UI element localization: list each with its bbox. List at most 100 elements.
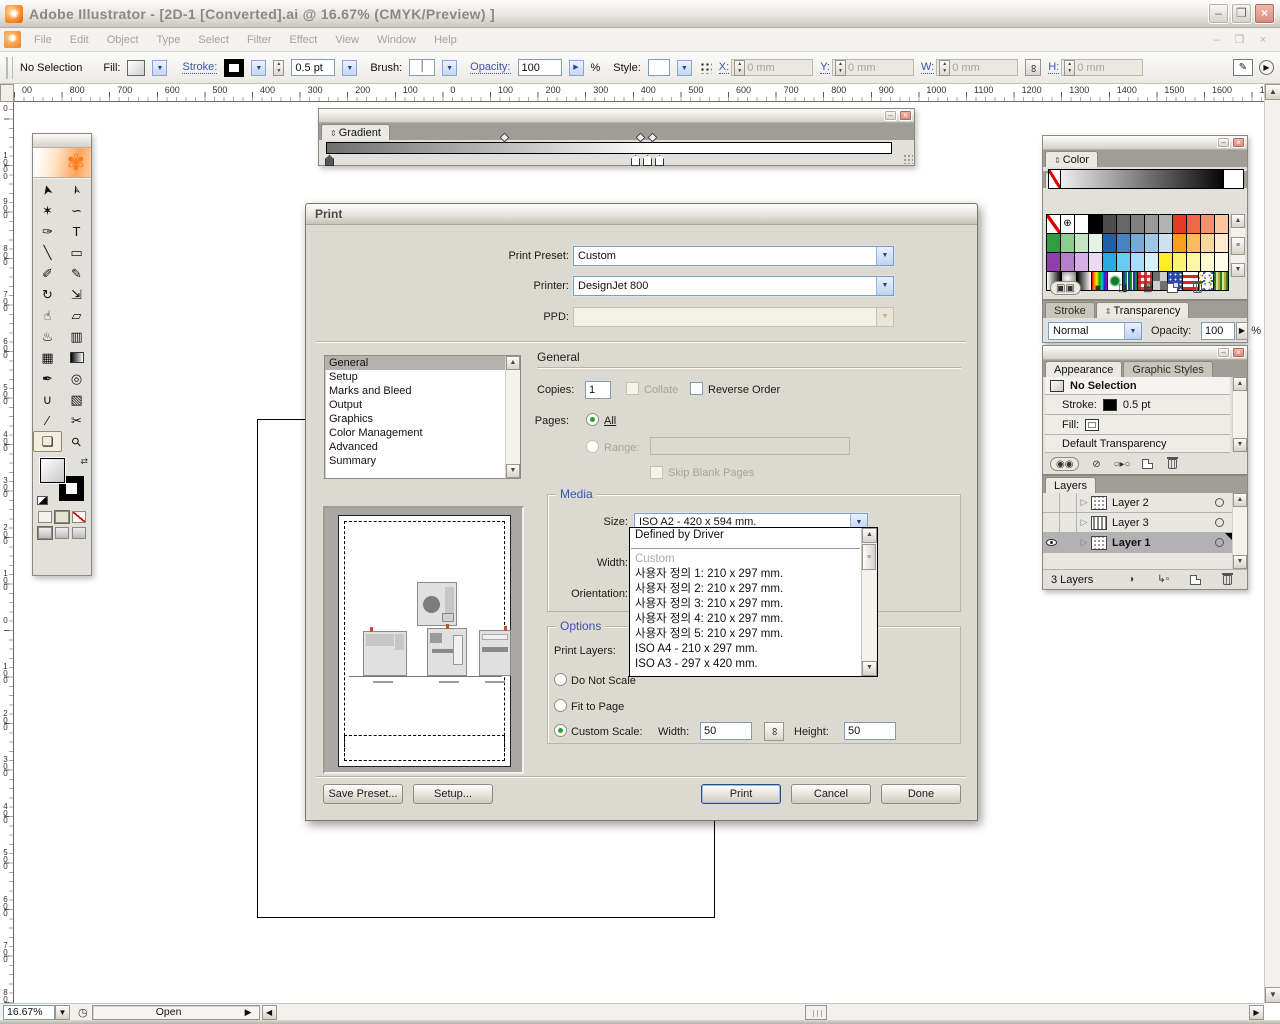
scroll-down-icon[interactable]: ▼ xyxy=(1233,438,1247,452)
page-tool[interactable]: ❏ xyxy=(33,431,62,452)
expand-icon[interactable]: ▷ xyxy=(1077,517,1091,528)
scroll-down-icon[interactable]: ▼ xyxy=(1233,555,1247,569)
toolbar-overflow-button[interactable]: ▶ xyxy=(1259,60,1274,75)
swatches-scrollbar[interactable]: ▲ ≡ ▼ xyxy=(1230,214,1245,277)
tab-transparency[interactable]: ⇕Transparency xyxy=(1096,302,1190,318)
swatch[interactable] xyxy=(1187,234,1201,253)
tab-appearance[interactable]: Appearance xyxy=(1045,361,1122,377)
tab-stroke[interactable]: Stroke xyxy=(1045,302,1095,318)
white-color-chip[interactable] xyxy=(1223,170,1243,188)
vertical-scrollbar[interactable]: ▲ ▼ xyxy=(1264,84,1280,1003)
pen-tool[interactable]: ✑ xyxy=(33,221,62,242)
new-swatch-button[interactable] xyxy=(1165,281,1181,295)
stroke-swatch[interactable] xyxy=(224,59,244,77)
swatch[interactable] xyxy=(1201,234,1215,253)
swatch[interactable] xyxy=(1061,253,1075,272)
swatch[interactable] xyxy=(1173,234,1187,253)
dropdown-scrollbar[interactable]: ▲ ≡ ▼ xyxy=(861,528,877,676)
palette-titlebar[interactable]: – × xyxy=(1043,346,1247,360)
show-gradient-swatches-button[interactable]: ◨ xyxy=(1115,281,1131,295)
menu-view[interactable]: View xyxy=(326,30,368,50)
size-dropdown-list[interactable]: Defined by DriverCustom사용자 정의 1: 210 x 2… xyxy=(629,527,878,677)
print-preset-combo[interactable]: Custom▼ xyxy=(573,246,894,266)
close-button[interactable]: × xyxy=(1254,3,1275,24)
swatch[interactable] xyxy=(1215,234,1229,253)
chevron-down-icon[interactable]: ▼ xyxy=(876,247,893,265)
fullscreen-mode-button[interactable] xyxy=(72,527,86,539)
done-button[interactable]: Done xyxy=(881,784,961,804)
size-option[interactable]: 사용자 정의 3: 210 x 297 mm. xyxy=(630,597,861,612)
gradient-minimize-icon[interactable]: – xyxy=(884,110,897,121)
swatch[interactable] xyxy=(1201,253,1215,272)
swatch[interactable]: ⊕ xyxy=(1061,215,1075,234)
status-display[interactable]: Open ▶ xyxy=(92,1005,260,1020)
lock-toggle[interactable] xyxy=(1060,493,1077,512)
size-option[interactable]: 사용자 정의 4: 210 x 297 mm. xyxy=(630,612,861,627)
target-icon[interactable] xyxy=(1215,518,1224,527)
menu-filter[interactable]: Filter xyxy=(238,30,280,50)
visibility-toggle[interactable] xyxy=(1043,533,1060,552)
tab-layers[interactable]: Layers xyxy=(1045,477,1096,493)
palette-minimize-icon[interactable]: – xyxy=(1217,347,1230,358)
print-section-marks-and-bleed[interactable]: Marks and Bleed xyxy=(325,384,520,398)
standard-screen-mode-button[interactable] xyxy=(38,527,52,539)
menu-edit[interactable]: Edit xyxy=(61,30,98,50)
swatch[interactable] xyxy=(1159,253,1173,272)
size-option[interactable]: Defined by Driver xyxy=(630,528,861,543)
swatch[interactable] xyxy=(1145,215,1159,234)
visibility-toggle[interactable] xyxy=(1043,513,1060,532)
swap-fill-stroke-icon[interactable]: ⇄ xyxy=(80,456,88,467)
scroll-down-icon[interactable]: ▼ xyxy=(862,661,877,676)
zoom-dropdown-icon[interactable]: ▼ xyxy=(55,1005,70,1020)
target-icon[interactable] xyxy=(1215,538,1224,547)
menu-window[interactable]: Window xyxy=(368,30,425,50)
fullscreen-menubar-mode-button[interactable] xyxy=(55,527,69,539)
magic-wand-tool[interactable]: ✶ xyxy=(33,200,62,221)
swatch[interactable] xyxy=(1187,253,1201,272)
gradient-stop[interactable] xyxy=(643,155,652,166)
swatch[interactable] xyxy=(1117,215,1131,234)
swatch[interactable] xyxy=(1145,253,1159,272)
constrain-proportions-icon[interactable]: ∞ xyxy=(1025,59,1041,76)
menu-select[interactable]: Select xyxy=(189,30,238,50)
palette-titlebar[interactable]: – × xyxy=(1043,136,1247,150)
swatch[interactable] xyxy=(1061,234,1075,253)
y-label[interactable]: Y: xyxy=(820,61,830,74)
swatch[interactable] xyxy=(1215,215,1229,234)
scroll-up-icon[interactable]: ▲ xyxy=(862,528,877,543)
link-scale-icon[interactable]: ∞ xyxy=(764,722,784,741)
scroll-up-icon[interactable]: ▲ xyxy=(1233,377,1247,391)
palette-close-icon[interactable]: × xyxy=(1232,347,1245,358)
reverse-order-checkbox[interactable] xyxy=(690,382,703,395)
swatch[interactable] xyxy=(1089,253,1103,272)
horizontal-ruler[interactable]: 0080070060050040030020010001002003004005… xyxy=(14,84,1264,102)
scroll-down-icon[interactable]: ▼ xyxy=(1231,263,1245,277)
scroll-up-icon[interactable]: ▲ xyxy=(506,356,520,370)
swatch[interactable] xyxy=(1117,253,1131,272)
appearance-scrollbar[interactable]: ▲ ▼ xyxy=(1232,377,1247,452)
make-clipping-mask-button[interactable]: ◑ xyxy=(1123,573,1139,587)
opacity-spinner-icon[interactable]: ▶ xyxy=(569,60,584,76)
blend-mode-combo[interactable]: Normal▼ xyxy=(1048,322,1142,340)
actions-icon[interactable]: ✎ xyxy=(1233,59,1253,76)
delete-item-button[interactable] xyxy=(1165,457,1181,471)
swatch[interactable] xyxy=(1145,234,1159,253)
ruler-corner[interactable] xyxy=(0,84,14,102)
reference-point-icon[interactable] xyxy=(699,61,712,74)
chevron-down-icon[interactable]: ▼ xyxy=(1124,323,1141,339)
menu-help[interactable]: Help xyxy=(425,30,466,50)
swatch[interactable] xyxy=(1047,215,1061,234)
zoom-tool[interactable]: ⚲ xyxy=(62,431,91,452)
scrollbar-thumb[interactable] xyxy=(805,1005,827,1020)
clear-appearance-button[interactable]: ⊘ xyxy=(1088,457,1104,471)
swatch[interactable] xyxy=(1173,253,1187,272)
minimize-button[interactable]: – xyxy=(1208,3,1229,24)
none-button[interactable] xyxy=(72,511,86,523)
gradient-palette-titlebar[interactable]: – × xyxy=(319,109,914,123)
maximize-button[interactable]: ❒ xyxy=(1231,3,1252,24)
tools-palette-titlebar[interactable] xyxy=(33,134,91,148)
gradient-close-icon[interactable]: × xyxy=(899,110,912,121)
print-section-setup[interactable]: Setup xyxy=(325,370,520,384)
swatch[interactable] xyxy=(1215,253,1229,272)
fill-swatch[interactable] xyxy=(127,60,145,76)
